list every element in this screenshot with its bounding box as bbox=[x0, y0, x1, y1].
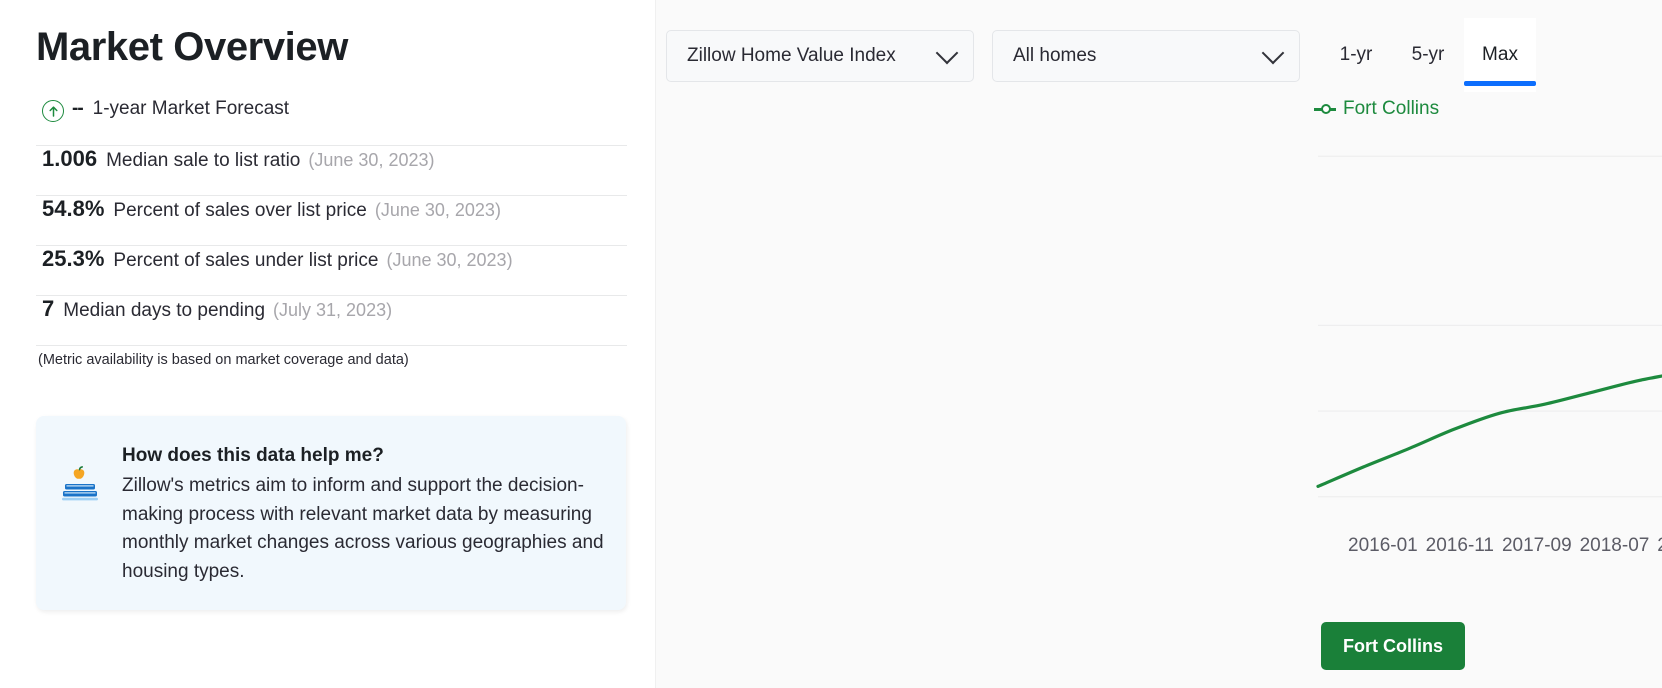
range-tab-1yr[interactable]: 1-yr bbox=[1320, 18, 1392, 92]
metric-value: 25.3% bbox=[42, 246, 105, 271]
metric-label: Median days to pending bbox=[63, 300, 266, 321]
chart-plot-area: $589K $441K $366K $291K bbox=[1314, 128, 1662, 578]
market-overview-panel: Market Overview -- 1-year Market Forecas… bbox=[0, 0, 655, 688]
chart-legend: Fort Collins bbox=[1314, 98, 1439, 120]
metrics-list: -- 1-year Market Forecast 1.006 Median s… bbox=[36, 96, 627, 346]
apple-on-books-icon bbox=[58, 442, 112, 590]
circle-arrow-up-icon bbox=[42, 100, 64, 122]
metric-select[interactable]: Zillow Home Value Index bbox=[666, 30, 974, 82]
metric-label: Median sale to list ratio bbox=[106, 150, 301, 171]
metric-date: (June 30, 2023) bbox=[374, 200, 501, 220]
metric-date: (June 30, 2023) bbox=[308, 150, 435, 170]
range-tabs: 1-yr 5-yr Max bbox=[1320, 18, 1536, 92]
metric-label: Percent of sales under list price bbox=[113, 250, 379, 271]
chart-bottom-bar: Fort Collins Submit bbox=[1319, 612, 1662, 680]
x-axis-tick: 2017-09 bbox=[1501, 535, 1572, 556]
info-card-text: Zillow's metrics aim to inform and suppo… bbox=[122, 475, 604, 582]
info-card: How does this data help me? Zillow's met… bbox=[36, 416, 626, 610]
forecast-value: -- bbox=[72, 97, 84, 119]
legend-line-dot-icon bbox=[1314, 103, 1336, 115]
chevron-down-icon bbox=[1261, 41, 1285, 65]
x-axis-tick: 2016-11 bbox=[1425, 535, 1494, 556]
x-axis-tick: 2019-05 bbox=[1657, 535, 1662, 557]
x-axis-tick: 2018-07 bbox=[1579, 535, 1650, 556]
metric-value: 7 bbox=[42, 296, 55, 321]
legend-label: Fort Collins bbox=[1343, 98, 1440, 119]
metric-date: (July 31, 2023) bbox=[273, 300, 393, 320]
metric-row: 1.006 Median sale to list ratio (June 30… bbox=[36, 146, 627, 196]
metric-row: 7 Median days to pending (July 31, 2023) bbox=[36, 296, 627, 346]
x-axis-tick: 2016-01 bbox=[1348, 535, 1418, 556]
metric-date: (June 30, 2023) bbox=[386, 250, 513, 270]
metric-row: 54.8% Percent of sales over list price (… bbox=[36, 196, 627, 246]
line-chart-svg bbox=[1316, 155, 1662, 498]
metric-row-forecast: -- 1-year Market Forecast bbox=[36, 96, 627, 146]
metric-label: Percent of sales over list price bbox=[113, 200, 367, 221]
chart-panel: Zillow Home Value Index All homes 1-yr 5… bbox=[655, 0, 1662, 688]
region-chip-fort-collins[interactable]: Fort Collins bbox=[1321, 622, 1465, 670]
metric-value: 54.8% bbox=[42, 196, 105, 221]
metric-value: 1.006 bbox=[42, 146, 98, 171]
page-title: Market Overview bbox=[36, 25, 348, 69]
info-card-title: How does this data help me? bbox=[122, 445, 384, 466]
metric-row: 25.3% Percent of sales under list price … bbox=[36, 246, 627, 296]
metric-select-value: Zillow Home Value Index bbox=[687, 45, 896, 66]
chart-toolbar: Zillow Home Value Index All homes 1-yr 5… bbox=[666, 18, 1662, 92]
home-type-select-value: All homes bbox=[1013, 45, 1097, 66]
info-card-body: How does this data help me? Zillow's met… bbox=[112, 442, 604, 590]
home-type-select[interactable]: All homes bbox=[992, 30, 1300, 82]
range-tab-5yr[interactable]: 5-yr bbox=[1392, 18, 1464, 92]
forecast-label: 1-year Market Forecast bbox=[92, 97, 290, 119]
metric-availability-note: (Metric availability is based on market … bbox=[38, 352, 409, 368]
range-tab-max[interactable]: Max bbox=[1464, 18, 1536, 92]
x-axis-labels: 2016-01 2016-11 2017-09 2018-07 2019-05 … bbox=[1314, 535, 1662, 557]
market-overview-page: Market Overview -- 1-year Market Forecas… bbox=[0, 0, 1662, 688]
chevron-down-icon bbox=[935, 41, 959, 65]
